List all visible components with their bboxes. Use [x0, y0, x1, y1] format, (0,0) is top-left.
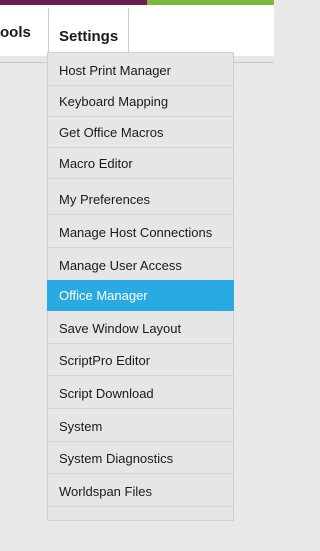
background-area — [0, 63, 47, 551]
accent-bar-green — [147, 0, 274, 5]
menu-bar — [0, 8, 274, 56]
accent-bar-purple — [0, 0, 147, 5]
menu-item-macro-editor[interactable]: Macro Editor — [47, 148, 234, 179]
menu-item-scriptpro-editor[interactable]: ScriptPro Editor — [47, 345, 234, 376]
menu-item-system-diagnostics[interactable]: System Diagnostics — [47, 443, 234, 474]
menu-item-manage-host-connections[interactable]: Manage Host Connections — [47, 217, 234, 248]
menu-item-script-download[interactable]: Script Download — [47, 378, 234, 409]
app-window: ools Settings Host Print Manager Keyboar… — [0, 0, 274, 551]
menu-tools[interactable]: ools — [0, 18, 31, 48]
menu-item-system[interactable]: System — [47, 411, 234, 442]
menu-item-keyboard-mapping[interactable]: Keyboard Mapping — [47, 86, 234, 117]
menu-item-office-manager[interactable]: Office Manager — [47, 280, 234, 311]
menu-settings[interactable]: Settings — [49, 8, 129, 56]
menu-item-save-window-layout[interactable]: Save Window Layout — [47, 313, 234, 344]
menu-item-worldspan-files[interactable]: Worldspan Files — [47, 476, 234, 507]
menu-item-manage-user-access[interactable]: Manage User Access — [47, 250, 234, 281]
menu-item-host-print-manager[interactable]: Host Print Manager — [47, 55, 234, 86]
menu-item-get-office-macros[interactable]: Get Office Macros — [47, 117, 234, 148]
menu-item-my-preferences[interactable]: My Preferences — [47, 184, 234, 215]
